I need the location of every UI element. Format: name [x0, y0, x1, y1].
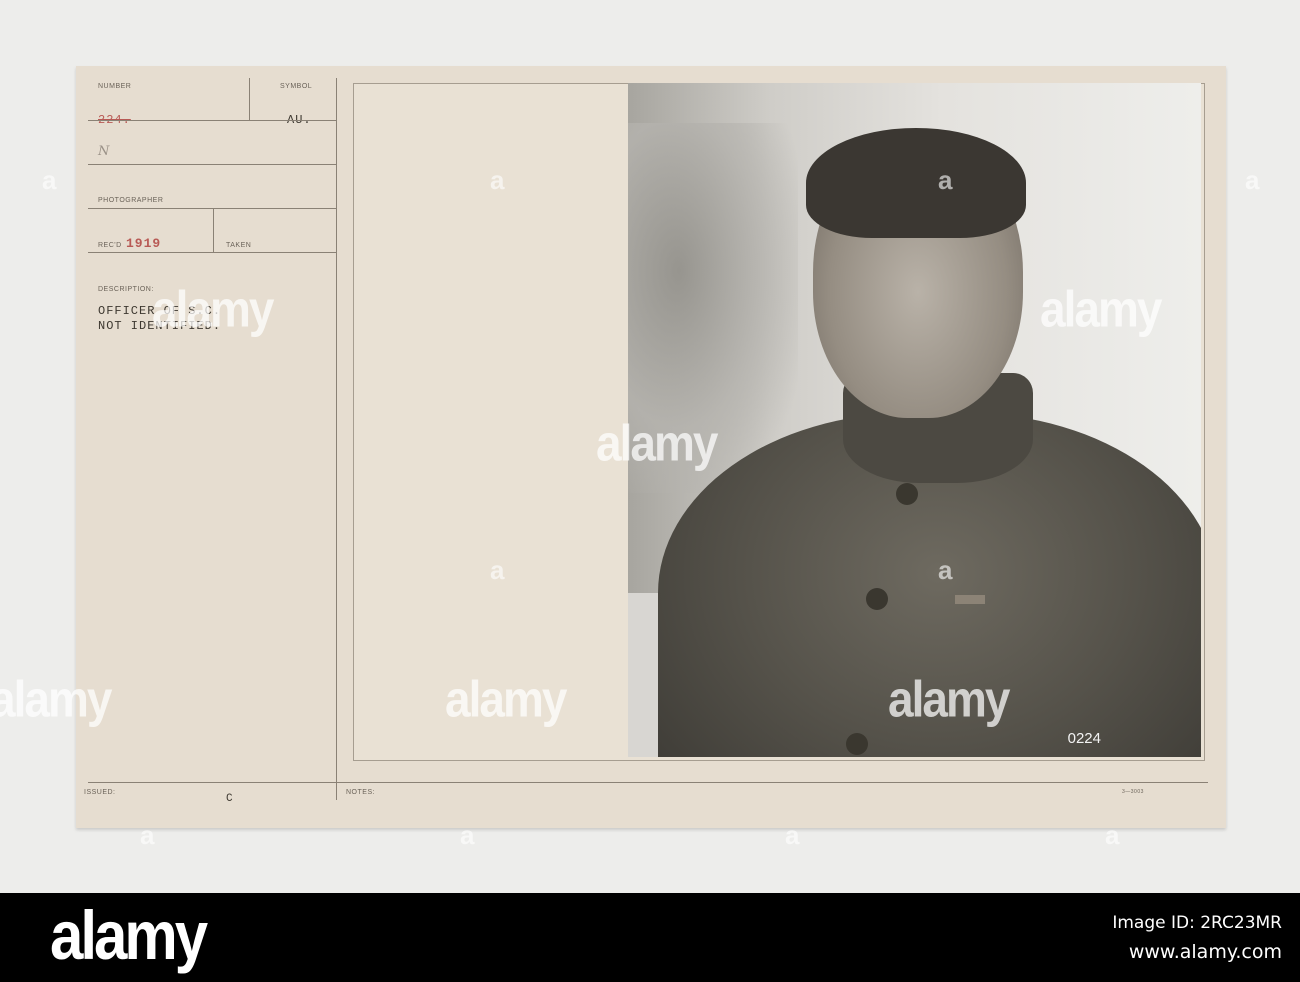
form-code: 3—3003 [1122, 789, 1144, 795]
watermark-letter: a [785, 820, 800, 850]
watermark-letter: a [42, 165, 57, 195]
handwritten-mark: N [98, 144, 110, 159]
watermark: alamy [152, 280, 274, 338]
photographer-label: PHOTOGRAPHER [98, 197, 164, 204]
watermark: alamy [1040, 280, 1162, 338]
photo-number: 0224 [1067, 730, 1101, 747]
watermark-letter: a [938, 555, 953, 585]
site-url[interactable]: www.alamy.com [1129, 941, 1282, 963]
image-id: Image ID: 2RC23MR [1112, 913, 1282, 933]
watermark: alamy [445, 670, 567, 728]
watermark-letter: a [938, 165, 953, 195]
watermark-letter: a [1105, 820, 1120, 850]
symbol-label: SYMBOL [280, 83, 313, 90]
watermark: alamy [888, 670, 1010, 728]
recd-value: 1919 [126, 236, 162, 251]
watermark: alamy [0, 670, 112, 728]
watermark-letter: a [1245, 165, 1260, 195]
recd-label: REC'D [98, 242, 122, 249]
watermark-letter: a [490, 555, 505, 585]
issued-value: C [226, 793, 234, 805]
notes-label: NOTES: [346, 789, 376, 796]
taken-label: TAKEN [226, 242, 252, 249]
alamy-logo: alamy [50, 896, 208, 975]
description-label: DESCRIPTION: [98, 286, 154, 293]
number-label: NUMBER [98, 83, 132, 90]
watermark-letter: a [490, 165, 505, 195]
watermark: alamy [596, 414, 718, 472]
issued-label: ISSUED: [84, 789, 116, 796]
footer-bar: alamy Image ID: 2RC23MR www.alamy.com [0, 893, 1300, 982]
watermark-letter: a [140, 820, 155, 850]
watermark-letter: a [460, 820, 475, 850]
